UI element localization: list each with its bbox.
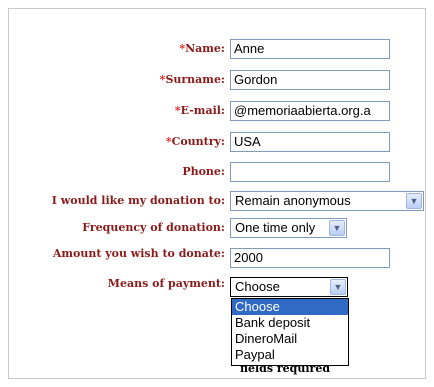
name-label: *Name:	[179, 42, 225, 55]
payment-label: Means of payment:	[107, 277, 225, 290]
payment-dropdown-list: Choose Bank deposit DineroMail Paypal	[231, 298, 349, 366]
payment-value: Choose	[235, 279, 280, 294]
surname-field[interactable]: Gordon	[230, 70, 390, 90]
chevron-down-icon[interactable]: ▼	[406, 193, 422, 209]
surname-label: *Surname:	[159, 73, 225, 86]
payment-option-dineromail[interactable]: DineroMail	[232, 331, 348, 347]
phone-label: Phone:	[182, 165, 225, 178]
payment-option-bank-deposit[interactable]: Bank deposit	[232, 315, 348, 331]
frequency-select[interactable]: One time only ▼	[230, 218, 347, 238]
amount-label: Amount you wish to donate:	[52, 247, 225, 260]
country-field[interactable]: USA	[230, 132, 390, 152]
payment-option-choose[interactable]: Choose	[232, 299, 348, 315]
country-label: *Country:	[165, 135, 225, 148]
chevron-down-icon[interactable]: ▼	[329, 220, 345, 236]
donation-to-label: I would like my donation to:	[51, 194, 225, 207]
amount-field[interactable]: 2000	[230, 248, 390, 268]
email-field[interactable]: @memoriaabierta.org.a	[230, 101, 390, 121]
frequency-value: One time only	[235, 220, 316, 235]
donation-to-value: Remain anonymous	[235, 193, 351, 208]
name-field[interactable]: Anne	[230, 39, 390, 59]
donation-to-select[interactable]: Remain anonymous ▼	[230, 191, 424, 211]
email-label: *E-mail:	[174, 104, 225, 117]
frequency-label: Frequency of donation:	[82, 221, 225, 234]
chevron-down-icon[interactable]: ▼	[330, 279, 346, 295]
payment-option-paypal[interactable]: Paypal	[232, 347, 348, 363]
payment-select[interactable]: Choose ▼	[230, 277, 348, 297]
phone-field[interactable]	[230, 162, 390, 182]
